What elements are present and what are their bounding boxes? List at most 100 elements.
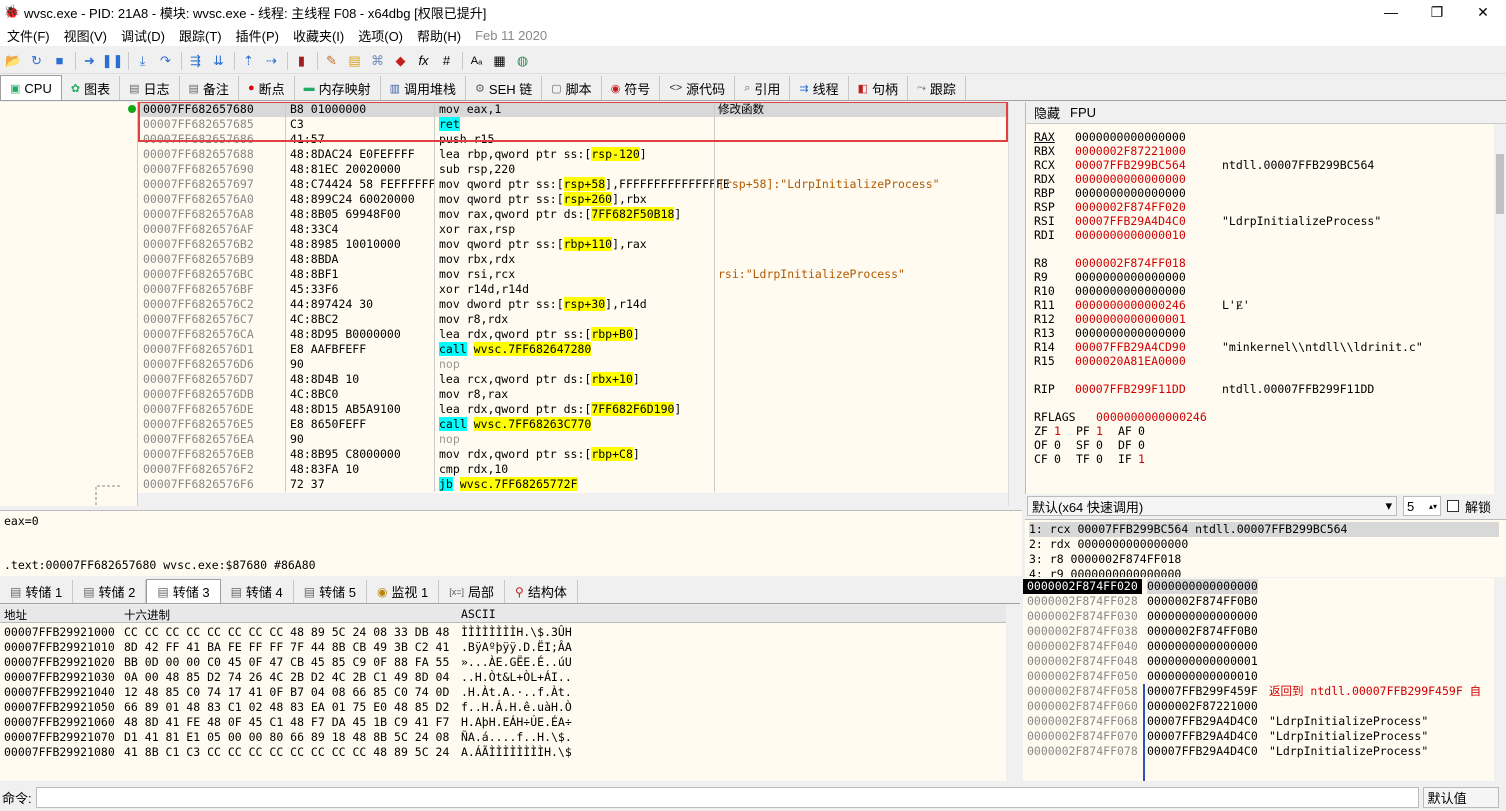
- stack-row[interactable]: 0000002F874FF028 0000002F874FF0B0: [1023, 594, 1493, 609]
- dump-row[interactable]: 00007FFB29921080 41 8B C1 C3 CC CC CC CC …: [0, 745, 1006, 760]
- dump-row[interactable]: 00007FFB29921030 0A 00 48 85 D2 74 26 4C …: [0, 670, 1006, 685]
- tab-threads[interactable]: ⇉ 线程: [790, 76, 849, 100]
- globe-icon[interactable]: ◍: [512, 50, 533, 71]
- dump-tab[interactable]: ▤ 转储 2: [73, 580, 147, 603]
- menu-favourites[interactable]: 收藏夹(I): [286, 26, 351, 45]
- dump-tab[interactable]: ◉ 监视 1: [367, 580, 440, 603]
- register-value[interactable]: 0000002F874FF018: [1075, 256, 1186, 270]
- open-icon[interactable]: 📂: [3, 50, 24, 71]
- tab-handles[interactable]: ◧ 句柄: [849, 76, 909, 100]
- disasm-row[interactable]: 00007FF6826576F6 72 37 jb wvsc.7FF68265772…: [138, 477, 1008, 492]
- stack-row[interactable]: 0000002F874FF058 00007FFB299F459F 返回到 ntdl…: [1023, 684, 1493, 699]
- stack-row[interactable]: 0000002F874FF068 00007FFB29A4D4C0 "LdrpIni…: [1023, 714, 1493, 729]
- flag-value[interactable]: 0: [1096, 438, 1103, 452]
- stack-row[interactable]: 0000002F874FF040 0000000000000000: [1023, 639, 1493, 654]
- stop-icon[interactable]: ■: [49, 50, 70, 71]
- tab-breakpoints[interactable]: ● 断点: [239, 76, 295, 100]
- disasm-row[interactable]: 00007FF6826576A0 48:899C24 60020000 mov qw…: [138, 192, 1008, 207]
- disasm-row[interactable]: 00007FF6826576A8 48:8B05 69948F00 mov rax,…: [138, 207, 1008, 222]
- argument-row[interactable]: 4: r9 0000000000000000: [1029, 567, 1181, 577]
- execute-till-return-icon[interactable]: ⇡: [238, 50, 259, 71]
- register-value[interactable]: 0000002F87221000: [1075, 144, 1186, 158]
- dump-row[interactable]: 00007FFB29921010 8D 42 FF 41 BA FE FF FF …: [0, 640, 1006, 655]
- disasm-row[interactable]: 00007FF6826576DE 48:8D15 AB5A9100 lea rdx,…: [138, 402, 1008, 417]
- close-button[interactable]: ✕: [1460, 0, 1506, 24]
- arguments-pane[interactable]: 1: rcx 00007FFB299BC564 ntdll.00007FFB29…: [1025, 519, 1506, 577]
- hide-fpu-button[interactable]: 隐藏: [1034, 103, 1060, 122]
- register-value[interactable]: 00007FFB29A4D4C0: [1075, 214, 1186, 228]
- dump-tab[interactable]: [x=] 局部: [439, 580, 506, 603]
- disassembly-pane[interactable]: 00007FF682657680 B8 01000000 mov eax,1 修改函数…: [0, 102, 1022, 506]
- scylla-icon[interactable]: ▮: [291, 50, 312, 71]
- register-value[interactable]: 00007FFB29A4CD90: [1075, 340, 1186, 354]
- stack-row[interactable]: 0000002F874FF020 0000000000000000: [1023, 579, 1493, 594]
- dump-tab[interactable]: ▤ 转储 1: [0, 580, 74, 603]
- horizontal-scrollbar[interactable]: [138, 493, 1008, 506]
- tab-cpu[interactable]: ▣ CPU: [0, 75, 62, 100]
- patch-icon[interactable]: ✎: [321, 50, 342, 71]
- register-value[interactable]: 0000000000000001: [1075, 312, 1186, 326]
- register-value[interactable]: 0000020A81EA0000: [1075, 354, 1186, 368]
- label-icon[interactable]: ⌘: [367, 50, 388, 71]
- flag-value[interactable]: 0: [1138, 424, 1145, 438]
- vertical-scrollbar[interactable]: [1008, 102, 1022, 506]
- minimize-button[interactable]: —: [1368, 0, 1414, 24]
- menu-plugins[interactable]: 插件(P): [229, 26, 286, 45]
- tab-graph[interactable]: ✿ 图表: [62, 76, 121, 100]
- dump-row[interactable]: 00007FFB29921060 48 8D 41 FE 48 0F 45 C1 …: [0, 715, 1006, 730]
- menu-file[interactable]: 文件(F): [0, 26, 57, 45]
- dump-row[interactable]: 00007FFB29921020 BB 0D 00 00 C0 45 0F 47 …: [0, 655, 1006, 670]
- register-value[interactable]: 0000000000000000: [1075, 186, 1186, 200]
- flag-value[interactable]: 1: [1054, 424, 1061, 438]
- dump-pane[interactable]: 地址 十六进制 ASCII 00007FFB29921000 CC CC CC C…: [0, 605, 1020, 781]
- calling-convention-select[interactable]: 默认(x64 快速调用) ▾: [1027, 496, 1397, 516]
- register-value[interactable]: 0000000000000010: [1075, 228, 1186, 242]
- branch-gutter[interactable]: [0, 102, 138, 506]
- disasm-row[interactable]: 00007FF6826576E5 E8 8650FEFF call wvsc.7FF…: [138, 417, 1008, 432]
- tab-call-stack[interactable]: ▥ 调用堆栈: [381, 76, 467, 100]
- flag-value[interactable]: 0: [1138, 438, 1145, 452]
- run-icon[interactable]: ➜: [79, 50, 100, 71]
- step-into-icon[interactable]: ⤓: [132, 50, 153, 71]
- register-value[interactable]: 0000000000000000: [1075, 130, 1186, 144]
- menu-view[interactable]: 视图(V): [57, 26, 114, 45]
- trace-over-icon[interactable]: ⇊: [208, 50, 229, 71]
- restart-icon[interactable]: ↻: [26, 50, 47, 71]
- vertical-scrollbar[interactable]: [1494, 124, 1506, 494]
- stack-row[interactable]: 0000002F874FF060 0000002F87221000: [1023, 699, 1493, 714]
- menu-trace[interactable]: 跟踪(T): [172, 26, 229, 45]
- disasm-row[interactable]: 00007FF6826576CA 48:8D95 B0000000 lea rdx,…: [138, 327, 1008, 342]
- disasm-row[interactable]: 00007FF6826576AF 48:33C4 xor rax,rsp: [138, 222, 1008, 237]
- flag-value[interactable]: 1: [1138, 452, 1145, 466]
- calculator-icon[interactable]: ▦: [489, 50, 510, 71]
- menu-help[interactable]: 帮助(H): [410, 26, 468, 45]
- menu-debug[interactable]: 调试(D): [114, 26, 172, 45]
- disasm-row[interactable]: 00007FF682657697 48:C74424 58 FEFFFFFF mov…: [138, 177, 1008, 192]
- tab-symbols[interactable]: ◉ 符号: [602, 76, 661, 100]
- disasm-row[interactable]: 00007FF6826576BC 48:8BF1 mov rsi,rcx rsi:"L…: [138, 267, 1008, 282]
- flag-value[interactable]: 1: [1096, 424, 1103, 438]
- flag-value[interactable]: 0: [1054, 452, 1061, 466]
- dump-tab[interactable]: ▤ 转储 5: [294, 580, 367, 603]
- disasm-row[interactable]: 00007FF6826576B2 48:8985 10010000 mov qwor…: [138, 237, 1008, 252]
- register-value[interactable]: 0000000000000000: [1075, 326, 1186, 340]
- register-value[interactable]: 0000000000000246: [1096, 410, 1207, 424]
- register-value[interactable]: 0000000000000000: [1075, 270, 1186, 284]
- tab-notes[interactable]: ▤ 备注: [180, 76, 239, 100]
- dump-row[interactable]: 00007FFB29921040 12 48 85 C0 74 17 41 0F …: [0, 685, 1006, 700]
- command-type-select[interactable]: 默认值: [1422, 787, 1499, 808]
- argument-row[interactable]: 3: r8 0000002F874FF018: [1029, 552, 1181, 567]
- registers-pane[interactable]: 隐藏 FPU RAX 0000000000000000 RBX 0000002F872…: [1025, 102, 1506, 494]
- hash-icon[interactable]: #: [436, 50, 457, 71]
- disasm-row[interactable]: 00007FF6826576D7 48:8D4B 10 lea rcx,qword …: [138, 372, 1008, 387]
- stack-row[interactable]: 0000002F874FF078 00007FFB29A4D4C0 "LdrpIni…: [1023, 744, 1493, 759]
- stack-row[interactable]: 0000002F874FF050 0000000000000010: [1023, 669, 1493, 684]
- stack-row[interactable]: 0000002F874FF030 0000000000000000: [1023, 609, 1493, 624]
- comment-icon[interactable]: ▤: [344, 50, 365, 71]
- disasm-row[interactable]: 00007FF682657688 48:8DAC24 E0FEFFFF lea rb…: [138, 147, 1008, 162]
- disasm-row[interactable]: 00007FF6826576EA 90 nop: [138, 432, 1008, 447]
- disasm-row[interactable]: 00007FF682657690 48:81EC 20020000 sub rsp,…: [138, 162, 1008, 177]
- tab-log[interactable]: ▤ 日志: [120, 76, 180, 100]
- stack-pane[interactable]: 0000002F874FF020 0000000000000000 0000002F…: [1023, 578, 1506, 781]
- arg-count-spinner[interactable]: 5 ▴▾: [1403, 496, 1441, 516]
